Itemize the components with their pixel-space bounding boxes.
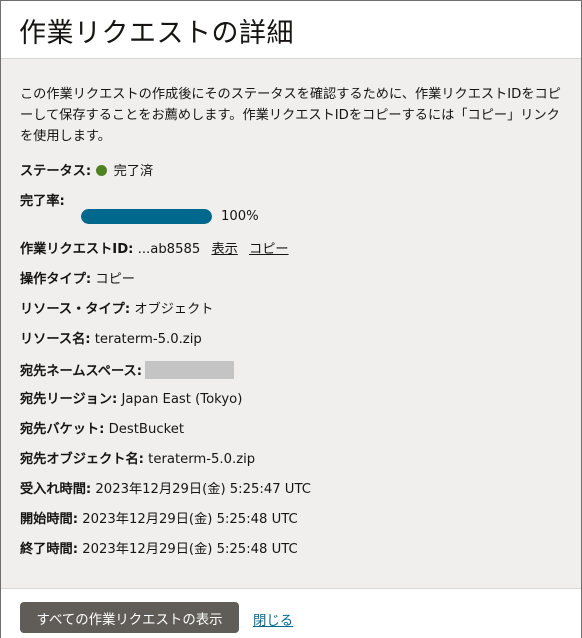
panel-header: 作業リクエストの詳細 bbox=[1, 1, 581, 59]
start-time-label: 開始時間: bbox=[20, 512, 79, 527]
accepted-time-value: 2023年12月29日(金) 5:25:47 UTC bbox=[95, 482, 311, 497]
dest-region-row: 宛先リージョン: Japan East (Tokyo) bbox=[20, 391, 242, 409]
request-id-label: 作業リクエストID: bbox=[20, 242, 134, 257]
close-link[interactable]: 閉じる bbox=[253, 609, 293, 629]
dest-bucket-label: 宛先バケット: bbox=[20, 422, 105, 437]
dest-region-label: 宛先リージョン: bbox=[20, 392, 118, 407]
resource-type-row: リソース・タイプ: オブジェクト bbox=[20, 301, 213, 319]
request-id-value: ...ab8585 bbox=[137, 242, 201, 257]
show-id-link[interactable]: 表示 bbox=[211, 242, 237, 257]
copy-id-link[interactable]: コピー bbox=[249, 242, 289, 257]
status-row: ステータス: 完了済 bbox=[20, 163, 153, 181]
progress-label: 完了率: bbox=[20, 194, 65, 209]
dest-bucket-value: DestBucket bbox=[108, 422, 185, 437]
status-dot-icon bbox=[96, 165, 108, 176]
start-time-row: 開始時間: 2023年12月29日(金) 5:25:48 UTC bbox=[20, 511, 298, 529]
dest-object-row: 宛先オブジェクト名: teraterm-5.0.zip bbox=[20, 451, 255, 469]
dest-namespace-row: 宛先ネームスペース: bbox=[20, 361, 234, 381]
view-all-work-requests-button[interactable]: すべての作業リクエストの表示 bbox=[20, 602, 239, 633]
dest-bucket-row: 宛先バケット: DestBucket bbox=[20, 421, 184, 439]
accepted-time-row: 受入れ時間: 2023年12月29日(金) 5:25:47 UTC bbox=[20, 481, 311, 499]
start-time-value: 2023年12月29日(金) 5:25:48 UTC bbox=[82, 512, 298, 527]
progress-row: 完了率: bbox=[20, 193, 65, 211]
resource-type-value: オブジェクト bbox=[134, 302, 214, 317]
progress-bar bbox=[81, 209, 212, 224]
redacted-namespace bbox=[144, 361, 234, 379]
dest-object-label: 宛先オブジェクト名: bbox=[20, 452, 144, 467]
dest-object-value: teraterm-5.0.zip bbox=[148, 452, 256, 467]
dest-namespace-label: 宛先ネームスペース: bbox=[20, 364, 142, 379]
resource-type-label: リソース・タイプ: bbox=[20, 302, 131, 317]
dest-region-value: Japan East (Tokyo) bbox=[121, 392, 243, 407]
operation-type-value: コピー bbox=[95, 272, 135, 287]
operation-type-row: 操作タイプ: コピー bbox=[20, 271, 135, 289]
panel-title: 作業リクエストの詳細 bbox=[19, 18, 294, 49]
work-request-details-panel: 作業リクエストの詳細 この作業リクエストの作成後にそのステータスを確認するために… bbox=[0, 0, 582, 638]
progress-percent: 100% bbox=[221, 209, 259, 224]
resource-name-label: リソース名: bbox=[20, 332, 91, 347]
status-value: 完了済 bbox=[113, 164, 154, 179]
end-time-value: 2023年12月29日(金) 5:25:48 UTC bbox=[82, 542, 298, 557]
status-label: ステータス: bbox=[20, 164, 92, 179]
end-time-row: 終了時間: 2023年12月29日(金) 5:25:48 UTC bbox=[20, 541, 298, 559]
operation-type-label: 操作タイプ: bbox=[20, 272, 92, 287]
progress-bar-fill bbox=[81, 209, 212, 224]
intro-text: この作業リクエストの作成後にそのステータスを確認するために、作業リクエストIDを… bbox=[20, 87, 561, 144]
accepted-time-label: 受入れ時間: bbox=[20, 482, 92, 497]
request-id-row: 作業リクエストID: ...ab8585 表示 コピー bbox=[20, 241, 289, 259]
end-time-label: 終了時間: bbox=[20, 542, 79, 557]
resource-name-row: リソース名: teraterm-5.0.zip bbox=[20, 331, 202, 349]
resource-name-value: teraterm-5.0.zip bbox=[94, 332, 202, 347]
panel-footer: すべての作業リクエストの表示 閉じる bbox=[1, 588, 581, 638]
